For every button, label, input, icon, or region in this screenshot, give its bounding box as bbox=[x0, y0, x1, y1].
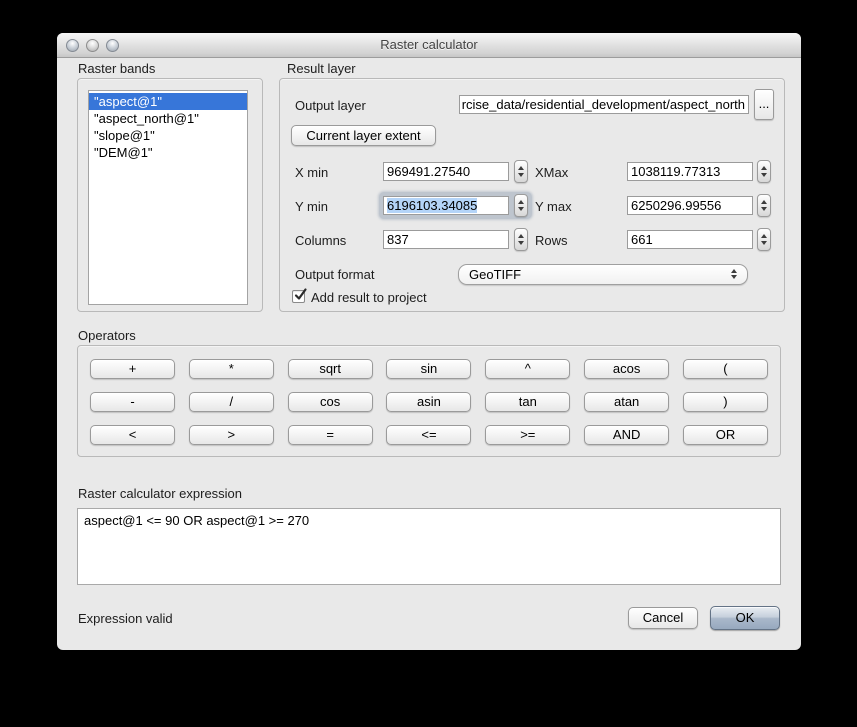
raster-bands-list[interactable]: "aspect@1" "aspect_north@1" "slope@1" "D… bbox=[88, 90, 248, 305]
op-multiply-button[interactable]: * bbox=[189, 359, 274, 379]
step-up-icon bbox=[761, 200, 767, 204]
step-down-icon bbox=[518, 173, 524, 177]
x-max-label: XMax bbox=[535, 165, 568, 180]
x-max-input[interactable]: 1038119.77313 bbox=[627, 162, 753, 181]
expression-input[interactable]: aspect@1 <= 90 OR aspect@1 >= 270 bbox=[77, 508, 781, 585]
op-greater-than-button[interactable]: > bbox=[189, 425, 274, 445]
x-min-input[interactable]: 969491.27540 bbox=[383, 162, 509, 181]
op-cos-button[interactable]: cos bbox=[288, 392, 373, 412]
op-equals-button[interactable]: = bbox=[288, 425, 373, 445]
step-up-icon bbox=[518, 200, 524, 204]
step-down-icon bbox=[761, 173, 767, 177]
output-format-value: GeoTIFF bbox=[469, 267, 521, 282]
step-down-icon bbox=[761, 241, 767, 245]
columns-label: Columns bbox=[295, 233, 346, 248]
current-layer-extent-button[interactable]: Current layer extent bbox=[291, 125, 436, 146]
list-item-dem[interactable]: "DEM@1" bbox=[89, 144, 247, 161]
cancel-button[interactable]: Cancel bbox=[628, 607, 698, 629]
list-item-slope[interactable]: "slope@1" bbox=[89, 127, 247, 144]
step-up-icon bbox=[518, 166, 524, 170]
op-asin-button[interactable]: asin bbox=[386, 392, 471, 412]
window-title: Raster calculator bbox=[57, 33, 801, 57]
output-layer-input[interactable]: rcise_data/residential_development/aspec… bbox=[459, 95, 749, 114]
combo-arrows-icon bbox=[731, 269, 737, 279]
step-down-icon bbox=[518, 241, 524, 245]
add-result-checkbox[interactable] bbox=[292, 290, 305, 303]
x-min-stepper[interactable] bbox=[514, 160, 528, 183]
y-min-label: Y min bbox=[295, 199, 328, 214]
operators-label: Operators bbox=[78, 328, 136, 343]
output-layer-value: rcise_data/residential_development/aspec… bbox=[462, 96, 745, 113]
raster-calculator-dialog: Raster calculator Raster bands "aspect@1… bbox=[57, 33, 801, 650]
op-minus-button[interactable]: - bbox=[90, 392, 175, 412]
checkmark-icon bbox=[293, 287, 309, 303]
op-plus-button[interactable]: + bbox=[90, 359, 175, 379]
expression-label: Raster calculator expression bbox=[78, 486, 242, 501]
op-open-paren-button[interactable]: ( bbox=[683, 359, 768, 379]
y-max-input[interactable]: 6250296.99556 bbox=[627, 196, 753, 215]
x-max-stepper[interactable] bbox=[757, 160, 771, 183]
op-atan-button[interactable]: atan bbox=[584, 392, 669, 412]
op-or-button[interactable]: OR bbox=[683, 425, 768, 445]
output-format-label: Output format bbox=[295, 267, 374, 282]
y-max-label: Y max bbox=[535, 199, 572, 214]
step-up-icon bbox=[761, 234, 767, 238]
ok-button[interactable]: OK bbox=[710, 606, 780, 630]
op-sqrt-button[interactable]: sqrt bbox=[288, 359, 373, 379]
y-min-selected-text: 6196103.34085 bbox=[387, 198, 477, 213]
op-tan-button[interactable]: tan bbox=[485, 392, 570, 412]
x-min-label: X min bbox=[295, 165, 328, 180]
expression-status: Expression valid bbox=[78, 611, 173, 626]
rows-label: Rows bbox=[535, 233, 568, 248]
step-up-icon bbox=[518, 234, 524, 238]
output-format-select[interactable]: GeoTIFF bbox=[458, 264, 748, 285]
op-less-than-button[interactable]: < bbox=[90, 425, 175, 445]
op-power-button[interactable]: ^ bbox=[485, 359, 570, 379]
columns-input[interactable]: 837 bbox=[383, 230, 509, 249]
raster-bands-label: Raster bands bbox=[78, 61, 155, 76]
op-less-equal-button[interactable]: <= bbox=[386, 425, 471, 445]
step-up-icon bbox=[761, 166, 767, 170]
op-greater-equal-button[interactable]: >= bbox=[485, 425, 570, 445]
add-result-label: Add result to project bbox=[311, 290, 427, 305]
y-min-input[interactable]: 6196103.34085 bbox=[383, 196, 509, 215]
result-layer-label: Result layer bbox=[287, 61, 356, 76]
op-sin-button[interactable]: sin bbox=[386, 359, 471, 379]
step-down-icon bbox=[761, 207, 767, 211]
y-min-stepper[interactable] bbox=[514, 194, 528, 217]
rows-input[interactable]: 661 bbox=[627, 230, 753, 249]
step-down-icon bbox=[518, 207, 524, 211]
y-max-stepper[interactable] bbox=[757, 194, 771, 217]
op-divide-button[interactable]: / bbox=[189, 392, 274, 412]
list-item-aspect-north[interactable]: "aspect_north@1" bbox=[89, 110, 247, 127]
op-close-paren-button[interactable]: ) bbox=[683, 392, 768, 412]
op-and-button[interactable]: AND bbox=[584, 425, 669, 445]
op-acos-button[interactable]: acos bbox=[584, 359, 669, 379]
columns-stepper[interactable] bbox=[514, 228, 528, 251]
browse-button[interactable]: ... bbox=[754, 89, 774, 120]
titlebar: Raster calculator bbox=[57, 33, 801, 58]
list-item-aspect[interactable]: "aspect@1" bbox=[89, 93, 247, 110]
rows-stepper[interactable] bbox=[757, 228, 771, 251]
output-layer-label: Output layer bbox=[295, 98, 366, 113]
